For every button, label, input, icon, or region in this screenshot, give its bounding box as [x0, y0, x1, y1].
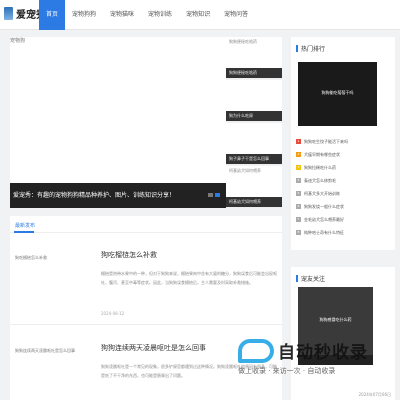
hot-ranking-list: 1 狗狗吃生饺子能活下来吗 2 犬瘟早期有哪些症状 3 狗狗拉稀吃什么药 4 泰迪犬怎么…: [296, 135, 392, 239]
nav-item-dogs[interactable]: 宠物狗狗: [65, 0, 103, 30]
hero-slider[interactable]: 宠物狗 爱宠秀：有趣的宠物狗狗精品种养护、图片、训练知识分享！: [10, 37, 226, 208]
thumb-image: 狗狗便秘吃啥药: [229, 39, 257, 44]
logo-icon: [4, 7, 13, 20]
follow-date: 2024年07月06日: [358, 392, 391, 397]
thumb-item[interactable]: 狗子鼻子干是怎么回事: [226, 123, 282, 165]
follow-feature-label: 狗狗感冒吃什么药: [319, 317, 352, 322]
article-date: 2024-08-12: [101, 311, 125, 316]
rank-badge: 2: [296, 152, 301, 157]
latest-posts-header: 最新发布: [10, 216, 282, 233]
thumb-image: 柯基幼犬如何喂养: [229, 168, 261, 173]
follow-title: 宠友关注: [296, 274, 325, 283]
thumb-caption[interactable]: 柯基幼犬如何喂养: [226, 197, 282, 207]
main-nav: 首页 宠物狗狗 宠物猫咪 宠物训练 宠物知识 宠物问答: [39, 0, 255, 30]
title-accent-bar: [296, 45, 298, 52]
top-navbar: 爱宠秀 首页 宠物狗狗 宠物猫咪 宠物训练 宠物知识 宠物问答: [0, 0, 400, 30]
nav-item-training[interactable]: 宠物训练: [141, 0, 179, 30]
rank-badge: 8: [296, 230, 301, 235]
thumb-item[interactable]: 狗狗便秘吃啥药 狗狗便秘吃啥药: [226, 37, 282, 79]
rank-badge: 1: [296, 139, 301, 144]
rank-title[interactable]: 金毛幼犬怎么喂养最好: [304, 217, 344, 223]
rank-item[interactable]: 7 金毛幼犬怎么喂养最好: [296, 213, 392, 226]
hero-caption[interactable]: 爱宠秀：有趣的宠物狗狗精品种养护、图片、训练知识分享！: [13, 190, 175, 199]
hot-ranking-widget: 热门排行 狗狗能吃葡萄干吗 1 狗狗吃生饺子能活下来吗 2 犬瘟早期有哪些症状 3狗…: [291, 37, 395, 250]
hot-ranking-title: 热门排行: [296, 44, 325, 53]
nav-item-cats[interactable]: 宠物猫咪: [103, 0, 141, 30]
rank-title[interactable]: 柯基犬多大开始训练: [304, 191, 340, 197]
thumb-caption[interactable]: 狗为什么吃屎: [226, 111, 282, 121]
slider-dot[interactable]: [208, 193, 213, 197]
slider-pagination: [208, 193, 220, 197]
rank-badge: 3: [296, 165, 301, 170]
thumb-caption[interactable]: 狗狗便秘吃啥药: [226, 68, 282, 78]
rank-item[interactable]: 5 柯基犬多大开始训练: [296, 187, 392, 200]
rank-item[interactable]: 2 犬瘟早期有哪些症状: [296, 148, 392, 161]
nav-item-qa[interactable]: 宠物问答: [217, 0, 255, 30]
thumb-caption[interactable]: 狗子鼻子干是怎么回事: [226, 154, 282, 164]
watermark-logo-icon: [238, 338, 274, 363]
title-accent-bar: [296, 275, 298, 282]
article-excerpt: 榴梿是热带水果中的一种，但对于狗狗来说，榴梿果肉中含有大量的糖分，狗狗误食后可能…: [101, 271, 277, 285]
nav-item-home[interactable]: 首页: [39, 0, 66, 30]
thumb-item[interactable]: 柯基幼犬如何喂养 柯基幼犬如何喂养: [226, 166, 282, 208]
hero-image: 宠物狗: [10, 38, 26, 44]
article-thumbnail[interactable]: 狗狗连续两天凌晨呕吐是怎么回事: [15, 337, 95, 400]
rank-title[interactable]: 犬瘟早期有哪些症状: [304, 152, 340, 158]
article-title[interactable]: 狗狗连续两天凌晨呕吐是怎么回事: [101, 343, 206, 353]
rank-title[interactable]: 纯种哈士奇有什么特征: [304, 230, 344, 236]
follow-heading: 宠友关注: [301, 276, 326, 283]
article-title[interactable]: 狗吃榴梿怎么补救: [101, 250, 157, 260]
hero-caption-bar: 爱宠秀：有趣的宠物狗狗精品种养护、图片、训练知识分享！: [10, 183, 226, 208]
latest-posts-heading[interactable]: 最新发布: [15, 222, 35, 229]
article-item[interactable]: 狗吃榴梿怎么补救 狗吃榴梿怎么补救 榴梿是热带水果中的一种，但对于狗狗来说，榴梿…: [10, 233, 282, 325]
rank-title[interactable]: 狗狗发烧一般什么症状: [304, 204, 344, 210]
article-thumbnail[interactable]: 狗吃榴梿怎么补救: [15, 244, 95, 314]
follow-widget: 宠友关注 狗狗感冒吃什么药 2024年07月06日: [291, 267, 395, 400]
rank-item[interactable]: 8 纯种哈士奇有什么特征: [296, 226, 392, 239]
rank-title[interactable]: 狗狗拉稀吃什么药: [304, 165, 336, 171]
rank-badge: 4: [296, 178, 301, 183]
hot-ranking-heading: 热门排行: [301, 46, 326, 53]
article-image-alt: 狗吃榴梿怎么补救: [15, 255, 47, 260]
rank-title[interactable]: 狗狗吃生饺子能活下来吗: [304, 139, 348, 145]
rank-title[interactable]: 泰迪犬怎么修剪毛: [304, 178, 336, 184]
rank-badge: 6: [296, 204, 301, 209]
watermark: 自动秒收录 做上收录 · 来访一次 · 自动收录: [238, 338, 368, 375]
watermark-subtext: 做上收录 · 来访一次 · 自动收录: [238, 367, 336, 375]
rank-item[interactable]: 4 泰迪犬怎么修剪毛: [296, 174, 392, 187]
rank-badge: 7: [296, 217, 301, 222]
featured-thumbs: 狗狗便秘吃啥药 狗狗便秘吃啥药 狗为什么吃屎 狗子鼻子干是怎么回事 柯基幼犬如何…: [226, 37, 282, 208]
rank-item[interactable]: 1 狗狗吃生饺子能活下来吗: [296, 135, 392, 148]
nav-item-knowledge[interactable]: 宠物知识: [179, 0, 217, 30]
thumb-item[interactable]: 狗为什么吃屎: [226, 80, 282, 122]
hot-feature-image[interactable]: 狗狗能吃葡萄干吗: [298, 62, 377, 126]
watermark-text: 自动秒收录: [278, 343, 368, 363]
hot-feature-label: 狗狗能吃葡萄干吗: [321, 90, 354, 95]
rank-item[interactable]: 3 狗狗拉稀吃什么药: [296, 161, 392, 174]
slider-dot-active[interactable]: [215, 193, 220, 197]
article-image-alt: 狗狗连续两天凌晨呕吐是怎么回事: [15, 348, 75, 353]
rank-badge: 5: [296, 191, 301, 196]
rank-item[interactable]: 6 狗狗发烧一般什么症状: [296, 200, 392, 213]
